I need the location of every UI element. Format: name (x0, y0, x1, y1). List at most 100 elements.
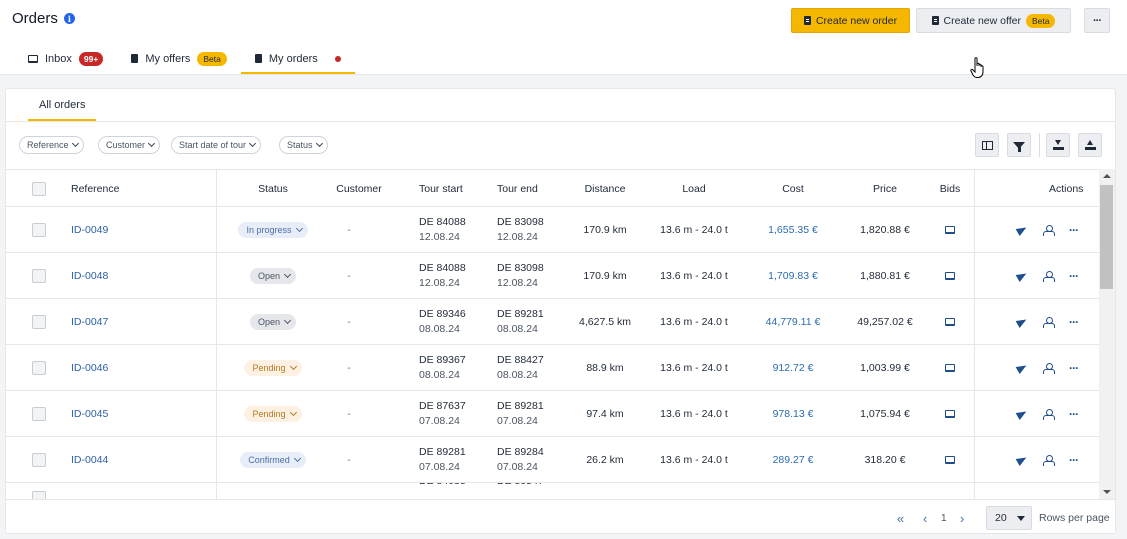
send-icon[interactable] (1015, 315, 1029, 328)
column-header-load[interactable]: Load (646, 170, 742, 208)
bids-inbox-icon[interactable] (945, 271, 955, 280)
column-header-bids[interactable]: Bids (926, 170, 974, 208)
tab-inbox[interactable]: Inbox 99+ (14, 44, 117, 73)
tab-all-orders[interactable]: All orders (28, 89, 97, 121)
column-header-customer[interactable]: Customer (329, 170, 389, 208)
send-icon[interactable] (1015, 269, 1029, 282)
bids-inbox-icon[interactable] (945, 455, 955, 464)
table-row[interactable]: ID-0045 Pending - DE 87637 07.08.24 DE 89281 0… (6, 391, 1099, 437)
vertical-scrollbar[interactable] (1099, 169, 1115, 499)
bids-inbox-icon[interactable] (945, 225, 955, 234)
row-checkbox[interactable] (32, 268, 46, 283)
columns-button[interactable] (975, 133, 999, 157)
status-dropdown[interactable]: Confirmed (240, 451, 306, 468)
cost-link[interactable]: 912.72 € (773, 362, 814, 374)
table-row[interactable]: ID-0049 In progress - DE 84088 12.08.24 DE 83… (6, 207, 1099, 253)
filter-start-date[interactable]: Start date of tour (171, 136, 262, 154)
row-checkbox[interactable] (32, 360, 46, 375)
tour-start-cell: DE 84088 12.08.24 (419, 253, 466, 298)
send-icon[interactable] (1015, 407, 1029, 420)
more-actions-icon[interactable]: ··· (1069, 408, 1079, 420)
more-actions-icon[interactable]: ··· (1069, 454, 1079, 466)
status-dropdown[interactable]: Open (249, 313, 297, 330)
bids-inbox-icon[interactable] (945, 363, 955, 372)
create-new-order-button[interactable]: Create new order (791, 8, 910, 33)
cost-link[interactable]: 289.27 € (773, 454, 814, 466)
document-icon (803, 16, 811, 25)
scroll-up-arrow-icon[interactable] (1103, 174, 1111, 178)
scroll-thumb[interactable] (1100, 185, 1113, 289)
more-actions-icon[interactable]: ··· (1069, 224, 1079, 236)
assign-carrier-icon[interactable] (1043, 316, 1055, 328)
reference-link[interactable]: ID-0044 (71, 454, 108, 466)
divider (6, 121, 1115, 122)
bids-inbox-icon[interactable] (945, 409, 955, 418)
filter-reference[interactable]: Reference (19, 136, 84, 154)
assign-carrier-icon[interactable] (1043, 270, 1055, 282)
row-checkbox[interactable] (32, 452, 46, 467)
send-icon[interactable] (1015, 223, 1029, 236)
status-dropdown[interactable]: In progress (238, 221, 308, 238)
reference-link[interactable]: ID-0049 (71, 224, 108, 236)
table-row[interactable]: ID-0044 Confirmed - DE 89281 07.08.24 DE 8928… (6, 437, 1099, 483)
assign-carrier-icon[interactable] (1043, 454, 1055, 466)
more-actions-icon[interactable]: ··· (1069, 362, 1079, 374)
create-new-offer-button[interactable]: Create new offer Beta (916, 8, 1071, 33)
download-button[interactable] (1046, 133, 1070, 157)
previous-page-button[interactable]: ‹ (923, 500, 927, 533)
cost-link[interactable]: 44,779.11 € (766, 316, 821, 328)
assign-carrier-icon[interactable] (1043, 408, 1055, 420)
table-row[interactable]: ID-0048 Open - DE 84088 12.08.24 DE 83098 12.0… (6, 253, 1099, 299)
upload-button[interactable] (1078, 133, 1102, 157)
bids-inbox-icon[interactable] (945, 317, 955, 326)
cost-link[interactable]: 1,709.83 € (768, 270, 818, 282)
status-dropdown[interactable]: Open (249, 267, 297, 284)
table-row[interactable]: ID-0047 Open - DE 89346 08.08.24 DE 89281 08.0… (6, 299, 1099, 345)
tab-my-offers[interactable]: My offers Beta (117, 44, 241, 73)
tab-my-orders[interactable]: My orders (240, 44, 355, 74)
rows-per-page-select[interactable]: 20 (986, 506, 1032, 530)
more-options-button[interactable]: ··· (1084, 8, 1110, 33)
assign-carrier-icon[interactable] (1043, 362, 1055, 374)
more-actions-icon[interactable]: ··· (1069, 270, 1079, 282)
filter-status[interactable]: Status (279, 136, 328, 154)
distance-cell: 170.9 km (583, 223, 627, 236)
column-header-price[interactable]: Price (844, 170, 926, 208)
more-actions-icon[interactable]: ··· (1069, 316, 1079, 328)
status-dropdown[interactable]: Pending (244, 359, 302, 376)
price-cell: 1,075.94 € (860, 407, 910, 420)
status-dropdown[interactable]: Pending (244, 405, 302, 422)
column-header-reference[interactable]: Reference (71, 170, 119, 208)
inbox-icon (28, 54, 38, 63)
chevron-down-icon (315, 139, 323, 148)
cost-link[interactable]: 978.13 € (773, 408, 814, 420)
filter-customer[interactable]: Customer (98, 136, 161, 154)
assign-carrier-icon[interactable] (1043, 224, 1055, 236)
reference-link[interactable]: ID-0045 (71, 408, 108, 420)
row-checkbox[interactable] (32, 406, 46, 421)
column-header-tour-start[interactable]: Tour start (419, 170, 463, 208)
row-checkbox[interactable] (32, 222, 46, 237)
column-header-distance[interactable]: Distance (564, 170, 646, 208)
tour-start-cell: DE 84088 12.08.24 (419, 207, 466, 252)
reference-link[interactable]: ID-0046 (71, 362, 108, 374)
reference-link[interactable]: ID-0047 (71, 316, 108, 328)
column-header-tour-end[interactable]: Tour end (497, 170, 538, 208)
send-icon[interactable] (1015, 453, 1029, 466)
reference-link[interactable]: ID-0048 (71, 270, 108, 282)
filter-button[interactable] (1007, 133, 1031, 157)
column-header-status[interactable]: Status (217, 170, 329, 208)
send-icon[interactable] (1015, 361, 1029, 374)
info-icon[interactable]: i (63, 13, 75, 24)
select-all-checkbox[interactable] (32, 182, 46, 196)
first-page-button[interactable]: « (897, 500, 904, 533)
current-page[interactable]: 1 (941, 500, 947, 533)
row-checkbox[interactable] (32, 314, 46, 329)
column-header-cost[interactable]: Cost (742, 170, 844, 208)
row-select-cell (32, 207, 46, 252)
tour-start-date: 08.08.24 (419, 322, 460, 335)
scroll-down-arrow-icon[interactable] (1103, 490, 1111, 494)
table-row[interactable]: ID-0046 Pending - DE 89367 08.08.24 DE 88427 0… (6, 345, 1099, 391)
cost-link[interactable]: 1,655.35 € (768, 224, 818, 236)
next-page-button[interactable]: › (960, 500, 964, 533)
